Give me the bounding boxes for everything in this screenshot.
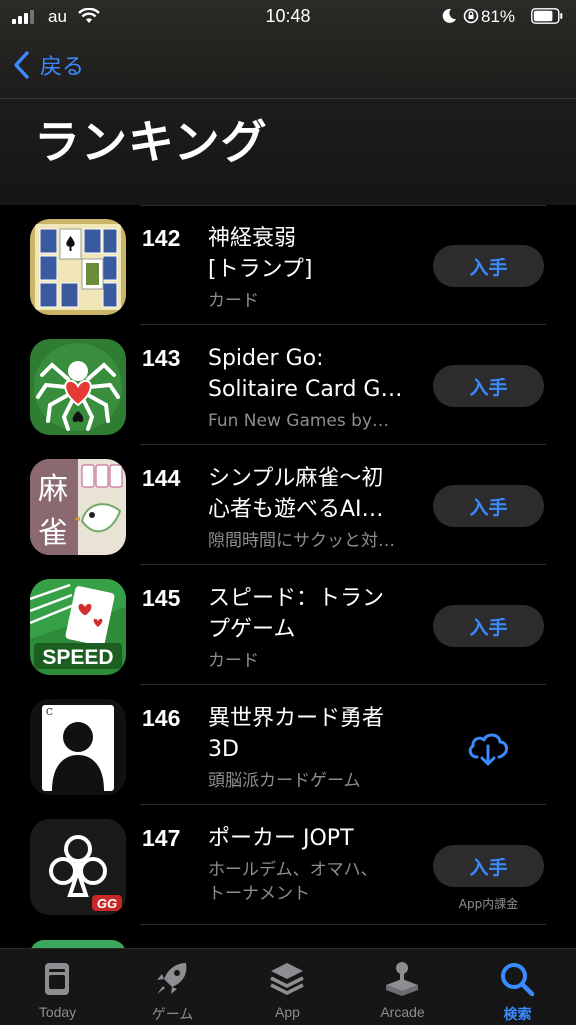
card-game-icon [30, 219, 126, 315]
search-icon [501, 963, 535, 997]
list-item[interactable]: C 146 異世界カード勇者 3D 頭脳派カードゲーム [0, 685, 576, 805]
app-subtitle: Fun New Games by… [208, 411, 390, 431]
app-title: 異世界カード勇者 3D [208, 706, 385, 762]
app-subtitle: 隙間時間にサクッと対… [208, 531, 395, 551]
svg-text:麻: 麻 [38, 472, 68, 507]
list-item[interactable]: 143 Spider Go: Solitaire Card G… Fun New… [0, 325, 576, 445]
cloud-download-icon[interactable] [465, 729, 511, 767]
orientation-lock-icon [463, 8, 479, 24]
get-button[interactable]: 入手 [433, 365, 544, 407]
poker-club-icon: GG [30, 819, 126, 915]
layers-icon [270, 963, 304, 995]
chevron-left-icon [14, 51, 29, 79]
app-subtitle: カード [208, 651, 259, 671]
rank-number: 142 [142, 225, 181, 251]
mahjong-icon: 麻 雀 [30, 459, 126, 555]
in-app-purchase-note: App内課金 [458, 897, 519, 911]
app-title: 神経衰弱 [トランプ] [208, 226, 313, 282]
list-item[interactable]: 麻 雀 144 シンプル麻雀〜初 心者も遊べるAI… 隙間時間にサクッと対… 入… [0, 445, 576, 565]
silhouette-card-icon: C [30, 699, 126, 795]
app-title: ポーカー JOPT [208, 826, 354, 851]
rank-number: 147 [142, 825, 181, 851]
tab-arcade[interactable]: Arcade [345, 949, 460, 1025]
app-title: Spider Go: Solitaire Card G… [208, 346, 403, 402]
tab-today[interactable]: Today [0, 949, 115, 1025]
page-title: ランキング [34, 115, 268, 169]
svg-text:C: C [46, 708, 53, 718]
list-item[interactable]: 142 神経衰弱 [トランプ] カード 入手 [0, 205, 576, 325]
tab-label: ゲーム [151, 1006, 194, 1022]
row-divider [140, 924, 546, 925]
get-button[interactable]: 入手 [433, 845, 544, 887]
status-bar: au 10:48 81% [0, 0, 576, 34]
gg-logo-text: GG [97, 896, 117, 911]
app-subtitle: 頭脳派カードゲーム [208, 771, 361, 791]
tab-search[interactable]: 検索 [460, 949, 575, 1025]
battery-percent: 81% [481, 7, 516, 26]
nav-divider [0, 98, 576, 99]
get-button[interactable]: 入手 [433, 485, 544, 527]
get-button[interactable]: 入手 [433, 245, 544, 287]
joystick-icon [386, 962, 418, 996]
app-title: スピード：トラン プゲーム [208, 586, 385, 642]
get-button[interactable]: 入手 [433, 605, 544, 647]
tab-label: Today [38, 1004, 77, 1020]
app-subtitle: ホールデム、オマハ、 トーナメント [208, 860, 378, 904]
rank-number: 143 [142, 345, 181, 371]
today-icon [45, 963, 69, 995]
tab-bar: Today ゲーム App Arcade 検索 [0, 948, 576, 1025]
svg-text:雀: 雀 [38, 516, 68, 551]
list-item[interactable]: GG 147 ポーカー JOPT ホールデム、オマハ、 トーナメント 入手 Ap… [0, 805, 576, 925]
app-subtitle: カード [208, 291, 259, 311]
back-button[interactable]: 戻る [12, 48, 84, 82]
tab-apps[interactable]: App [230, 949, 345, 1025]
rank-number: 145 [142, 585, 181, 611]
rank-number: 144 [142, 465, 181, 491]
list-item[interactable]: SPEED 145 スピード：トラン プゲーム カード 入手 [0, 565, 576, 685]
back-label: 戻る [40, 55, 85, 80]
tab-games[interactable]: ゲーム [115, 949, 230, 1025]
rank-number: 146 [142, 705, 181, 731]
app-title: シンプル麻雀〜初 心者も遊べるAI… [208, 466, 384, 522]
moon-icon [442, 8, 456, 23]
speed-logo-text: SPEED [42, 646, 113, 669]
spider-solitaire-icon [30, 339, 126, 435]
speed-card-icon: SPEED [30, 579, 126, 675]
tab-label: App [275, 1004, 300, 1020]
battery-icon [531, 8, 563, 24]
rocket-icon [157, 963, 187, 994]
tab-label: Arcade [380, 1004, 425, 1020]
tab-label: 検索 [503, 1006, 532, 1022]
